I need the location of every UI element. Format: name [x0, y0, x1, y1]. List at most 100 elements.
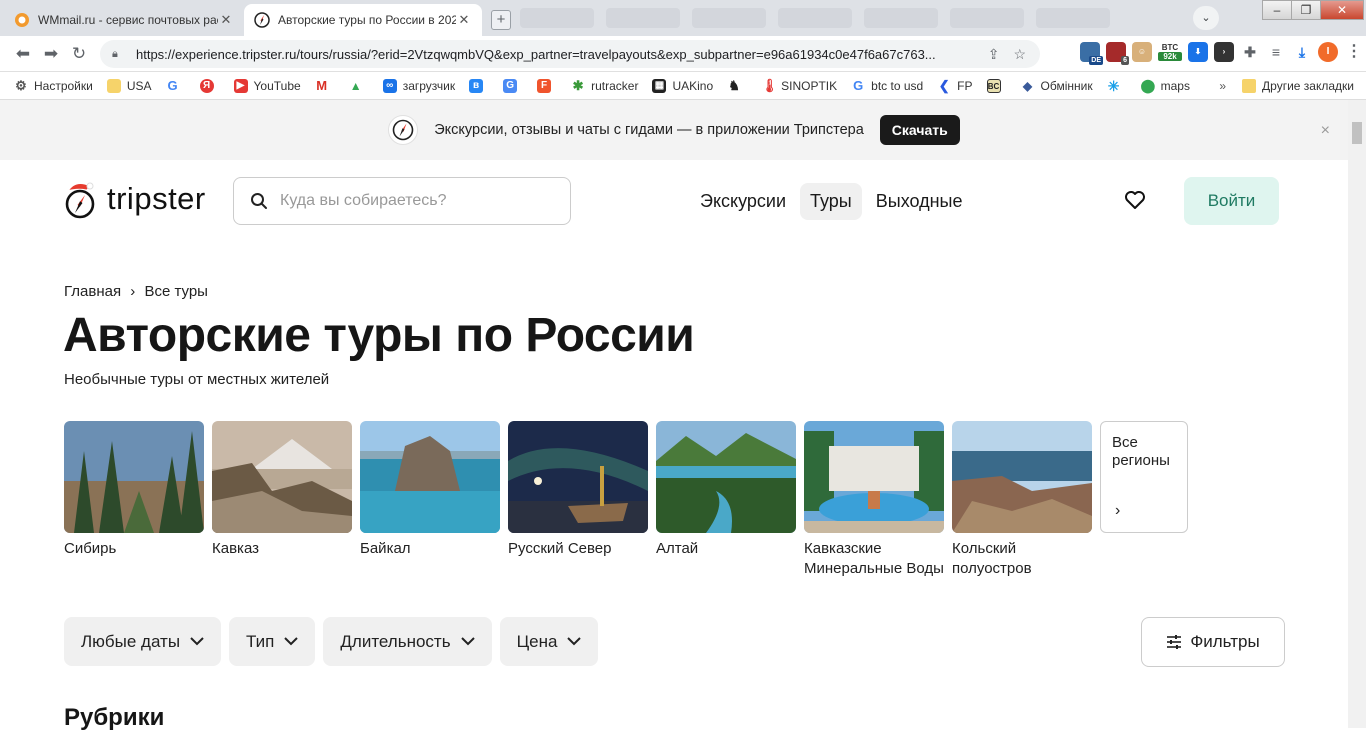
nav-excursions[interactable]: Экскурсии — [690, 183, 796, 220]
region-photo — [508, 421, 648, 533]
nav-tours[interactable]: Туры — [800, 183, 862, 220]
browser-tab-tripster[interactable]: Авторские туры по России в 2023 ✕ — [244, 4, 482, 36]
tab-search-chevron-icon[interactable]: ⌄ — [1193, 6, 1219, 30]
more-bookmarks-chevron[interactable]: » — [1219, 79, 1226, 93]
bookmark-zagruzchik[interactable]: ∞ загрузчик — [382, 78, 455, 93]
maximize-window-button[interactable]: ❐ — [1291, 0, 1321, 20]
login-button[interactable]: Войти — [1184, 177, 1279, 225]
close-icon[interactable]: × — [1321, 122, 1330, 140]
profile-avatar[interactable]: I — [1318, 42, 1338, 62]
downloads-icon[interactable]: ⤓ — [1292, 42, 1312, 62]
lock-icon: 🔒︎ — [112, 47, 118, 60]
region-card-russian-north[interactable]: Русский Север — [508, 421, 648, 579]
region-label: Кавказ — [212, 540, 259, 557]
chevron-down-icon — [190, 637, 204, 646]
extensions-area: DE 6 ☺ BTC 92k ⬇ › ✚ ≡ ⤓ I ⋮ — [1080, 42, 1364, 65]
region-card-altai[interactable]: Алтай — [656, 421, 796, 579]
f-icon: F — [537, 78, 552, 93]
bookmark-usa[interactable]: USA — [106, 78, 152, 93]
filters-button[interactable]: Фильтры — [1141, 617, 1285, 667]
bookmark-sinoptik[interactable]: 🌡︎ SINOPTIK — [761, 77, 837, 93]
btc-value: 92k — [1158, 52, 1182, 61]
bookmark-drive[interactable]: ▲ — [349, 79, 369, 93]
youtube-icon: ▶ — [233, 78, 248, 93]
region-photo — [360, 421, 500, 533]
bookmark-fp[interactable]: ❮ FP — [937, 78, 973, 93]
btc-extension-icon[interactable]: BTC 92k — [1158, 42, 1182, 62]
gmail-icon: M — [316, 77, 328, 93]
shield-extension-icon[interactable]: 6 — [1106, 42, 1129, 65]
bookmark-btc-to-usd[interactable]: Gbtc to usd — [851, 78, 923, 93]
filter-price[interactable]: Цена — [499, 617, 599, 666]
bookmark-maps[interactable]: ⬤ maps — [1141, 78, 1190, 93]
bookmark-yandex[interactable]: Я — [199, 78, 220, 93]
region-photo — [64, 421, 204, 533]
other-bookmarks[interactable]: Другие закладки — [1262, 79, 1354, 93]
code-extension-icon[interactable]: › — [1214, 42, 1234, 62]
nav-weekends[interactable]: Выходные — [866, 183, 973, 220]
search-input[interactable] — [280, 192, 540, 210]
bookmark-star[interactable]: ✳ — [1107, 79, 1127, 93]
share-icon[interactable]: ⇪ — [988, 46, 1000, 63]
new-tab-button[interactable]: + — [491, 10, 511, 30]
bookmark-bc[interactable]: BC — [986, 78, 1007, 93]
breadcrumb-current[interactable]: Все туры — [144, 283, 208, 300]
bookmark-rutracker[interactable]: ✱ rutracker — [571, 78, 639, 93]
region-card-caucasus[interactable]: Кавказ — [212, 421, 352, 579]
filter-dates[interactable]: Любые даты — [64, 617, 222, 666]
minimize-window-button[interactable]: – — [1262, 0, 1292, 20]
browser-tab-wmmail[interactable]: WMmail.ru - сервис почтовых рассылок ✕ — [4, 4, 244, 36]
destination-search[interactable] — [233, 177, 571, 225]
tab-title: WMmail.ru - сервис почтовых рассылок — [38, 13, 218, 27]
forward-arrow-icon[interactable]: ➡ — [40, 44, 62, 64]
address-bar[interactable]: 🔒︎ https://experience.tripster.ru/tours/… — [100, 40, 1040, 68]
tripster-logo[interactable]: tripster — [63, 178, 206, 220]
page-scrollbar[interactable] — [1348, 100, 1366, 728]
favorites-heart-icon[interactable] — [1124, 190, 1146, 215]
face-extension-icon[interactable]: ☺ — [1132, 42, 1152, 62]
reload-icon[interactable]: ↻ — [68, 44, 90, 64]
region-photo — [952, 421, 1092, 533]
tripster-favicon-icon — [254, 12, 270, 28]
scrollbar-thumb[interactable] — [1352, 122, 1362, 144]
region-photo — [212, 421, 352, 533]
thermometer-icon: 🌡︎ — [761, 77, 778, 93]
bookmark-uakino[interactable]: ▦ UAKino — [652, 78, 713, 93]
bookmark-google[interactable]: G — [166, 78, 186, 93]
drive-icon: ▲ — [349, 78, 362, 93]
bookmark-label: rutracker — [591, 78, 639, 93]
region-card-siberia[interactable]: Сибирь — [64, 421, 204, 579]
close-tab-icon[interactable]: ✕ — [218, 12, 234, 28]
download-app-button[interactable]: Скачать — [879, 115, 960, 145]
region-label: Русский Север — [508, 540, 612, 557]
bookmark-gmail[interactable]: M — [315, 77, 335, 93]
bookmark-translate[interactable]: G — [503, 78, 523, 93]
all-regions-card[interactable]: Все регионы › — [1100, 421, 1188, 533]
page-title: Авторские туры по России — [63, 309, 695, 362]
chevron-down-icon — [567, 637, 582, 646]
region-card-kola[interactable]: Кольский полуостров — [952, 421, 1092, 579]
bookmark-star-icon[interactable]: ☆ — [1013, 46, 1026, 63]
region-card-kmv[interactable]: Кавказские Минеральные Воды — [804, 421, 944, 579]
filter-duration[interactable]: Длительность — [323, 617, 492, 666]
filter-type[interactable]: Тип — [229, 617, 316, 666]
bookmark-settings[interactable]: ⚙ Настройки — [14, 77, 93, 93]
media-queue-icon[interactable]: ≡ — [1266, 42, 1286, 62]
close-window-button[interactable]: ✕ — [1320, 0, 1364, 20]
chevron-down-icon — [284, 637, 299, 646]
region-card-baikal[interactable]: Байкал — [360, 421, 500, 579]
bookmark-youtube[interactable]: ▶ YouTube — [233, 78, 301, 93]
breadcrumb-home[interactable]: Главная — [64, 283, 121, 300]
de-extension-icon[interactable]: DE — [1080, 42, 1103, 65]
back-arrow-icon[interactable]: ⬅ — [12, 44, 34, 64]
folder-icon — [106, 78, 121, 93]
gear-icon: ⚙ — [15, 77, 27, 93]
bookmark-vk[interactable]: в — [469, 78, 489, 93]
menu-kebab-icon[interactable]: ⋮ — [1344, 42, 1364, 62]
bookmark-chess[interactable]: ♞ — [727, 78, 747, 93]
close-tab-icon[interactable]: ✕ — [456, 12, 472, 28]
bookmark-obminnyk[interactable]: ◆ Обмінник — [1021, 79, 1093, 93]
bookmark-f[interactable]: F — [537, 78, 557, 93]
download-extension-icon[interactable]: ⬇ — [1188, 42, 1208, 62]
puzzle-extensions-icon[interactable]: ✚ — [1240, 42, 1260, 62]
